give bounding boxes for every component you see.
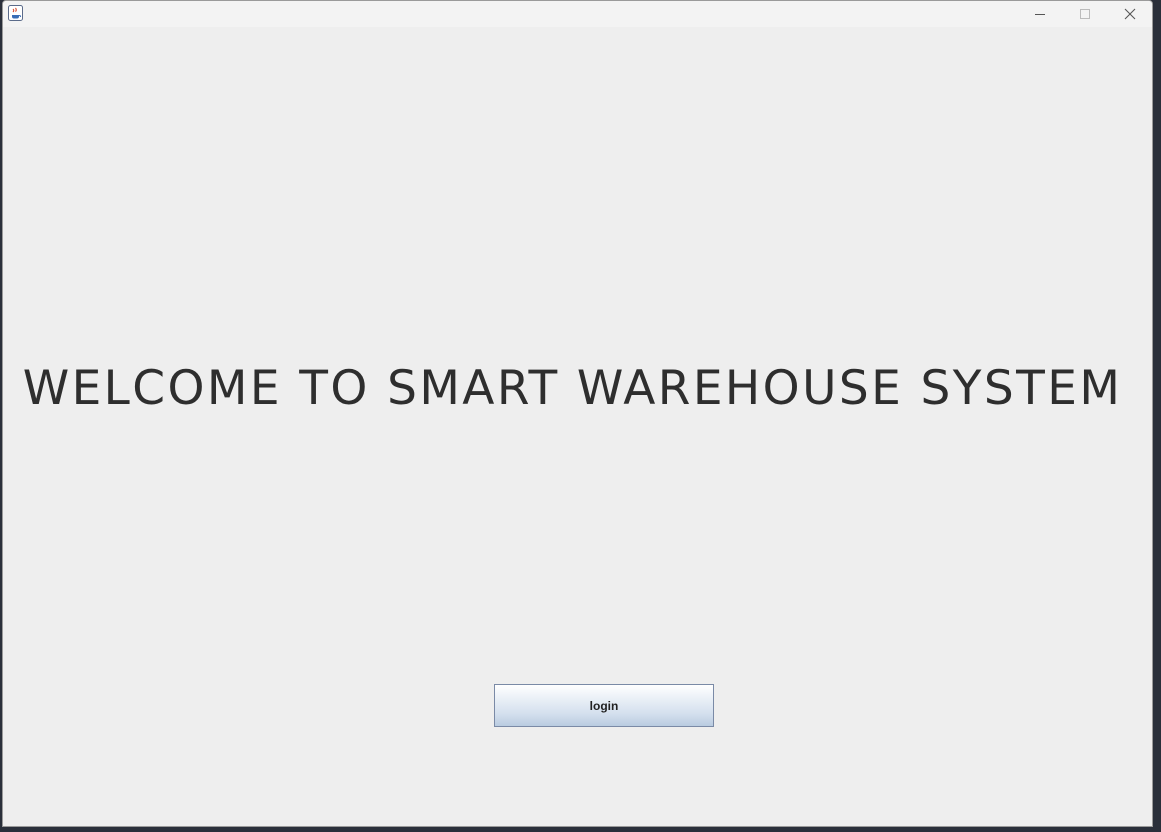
close-button[interactable]: [1107, 1, 1152, 27]
title-bar[interactable]: [3, 1, 1152, 27]
login-button[interactable]: login: [494, 684, 714, 727]
welcome-heading: WELCOME TO SMART WAREHOUSE SYSTEM: [22, 361, 1123, 416]
content-pane: WELCOME TO SMART WAREHOUSE SYSTEM login: [3, 27, 1152, 826]
app-window: WELCOME TO SMART WAREHOUSE SYSTEM login: [2, 0, 1153, 827]
maximize-button[interactable]: [1062, 1, 1107, 27]
maximize-icon: [1079, 9, 1090, 19]
java-cup-icon: [8, 5, 23, 21]
close-icon: [1124, 8, 1135, 20]
minimize-icon: [1034, 14, 1045, 15]
window-controls: [1017, 1, 1152, 27]
minimize-button[interactable]: [1017, 1, 1062, 27]
